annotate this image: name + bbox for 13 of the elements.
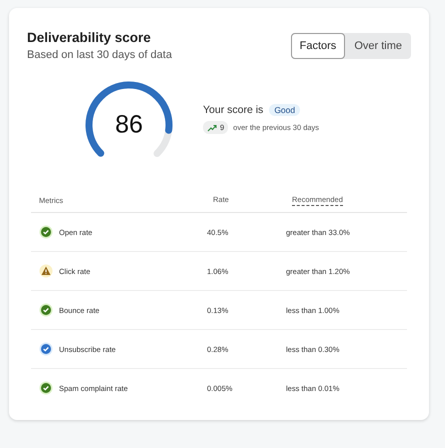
score-number: 86: [115, 112, 143, 138]
rating-badge: Good: [269, 104, 300, 116]
check-circle-icon: [39, 342, 53, 356]
card-subtitle: Based on last 30 days of data: [27, 49, 172, 61]
score-label: Your score is: [203, 104, 264, 116]
card-title: Deliverability score: [27, 30, 152, 45]
warning-icon: [39, 264, 53, 278]
view-toggle-button[interactable]: Over time: [345, 33, 411, 59]
check-circle-icon: [39, 303, 53, 317]
check-circle-icon: [39, 381, 53, 395]
view-toggle-button[interactable]: Factors: [290, 33, 346, 59]
trend-up-icon: [207, 124, 217, 132]
check-circle-icon: [39, 225, 53, 239]
